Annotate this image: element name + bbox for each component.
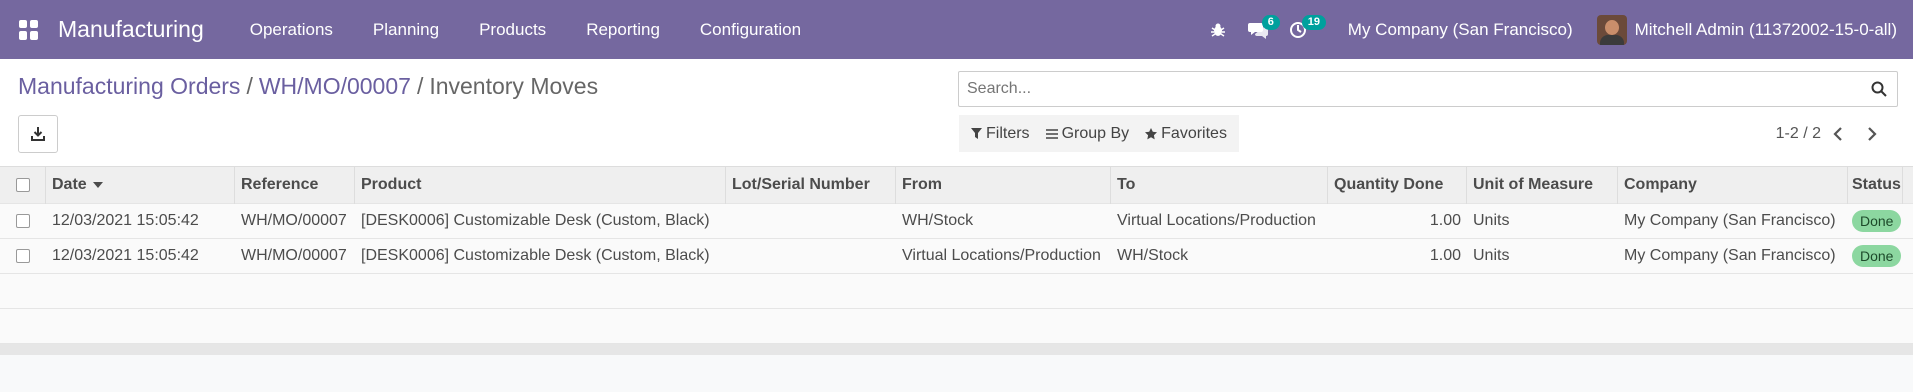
row-checkbox[interactable] [16, 249, 30, 263]
header-company[interactable]: Company [1618, 166, 1848, 204]
header-lot[interactable]: Lot/Serial Number [726, 166, 896, 204]
moves-table: Date Reference Product Lot/Serial Number… [0, 166, 1913, 344]
header-date-label: Date [52, 176, 87, 193]
chevron-left-icon [1833, 127, 1842, 141]
breadcrumb-current: Inventory Moves [429, 73, 599, 99]
table-row[interactable]: 12/03/2021 15:05:42 WH/MO/00007 [DESK000… [0, 239, 1913, 274]
breadcrumb-manufacturing-orders[interactable]: Manufacturing Orders [18, 73, 240, 100]
cell-status: Done [1848, 239, 1903, 274]
breadcrumb: Manufacturing Orders / WH/MO/00007 / Inv… [18, 73, 598, 100]
group-by-button[interactable]: Group By [1038, 125, 1138, 143]
table-header: Date Reference Product Lot/Serial Number… [0, 166, 1913, 204]
search-button[interactable] [1861, 71, 1897, 107]
menu-planning[interactable]: Planning [353, 0, 459, 59]
cell-lot [726, 239, 896, 274]
filter-icon [971, 128, 982, 139]
grid-icon [19, 19, 39, 40]
empty-row [0, 274, 1913, 309]
pager-next[interactable] [1855, 127, 1889, 141]
header-date[interactable]: Date [46, 166, 235, 204]
user-name: Mitchell Admin (11372002-15-0-all) [1634, 19, 1897, 39]
filters-button[interactable]: Filters [963, 125, 1038, 143]
chevron-right-icon [1868, 127, 1877, 141]
cell-lot [726, 204, 896, 239]
header-from[interactable]: From [896, 166, 1111, 204]
header-to[interactable]: To [1111, 166, 1328, 204]
select-all-cell [0, 166, 46, 204]
search-input[interactable] [959, 80, 1861, 98]
debug-button[interactable] [1198, 0, 1238, 59]
cell-product: [DESK0006] Customizable Desk (Custom, Bl… [361, 212, 710, 229]
menu-reporting[interactable]: Reporting [566, 0, 680, 59]
bars-icon [1045, 128, 1058, 139]
menu-configuration[interactable]: Configuration [680, 0, 821, 59]
messages-button[interactable]: 6 [1238, 0, 1280, 59]
activities-badge: 19 [1301, 15, 1327, 30]
cell-status: Done [1848, 204, 1903, 239]
cell-quantity: 1.00 [1429, 247, 1461, 264]
cell-quantity: 1.00 [1429, 212, 1461, 229]
apps-menu-button[interactable] [0, 0, 58, 59]
bug-icon [1210, 23, 1225, 37]
search-options: Filters Group By Favorites [959, 115, 1239, 152]
cell-date: 12/03/2021 15:05:42 [52, 212, 199, 229]
cell-reference: WH/MO/00007 [241, 247, 347, 264]
pager: 1-2 / 2 [1776, 125, 1889, 143]
breadcrumb-mo[interactable]: WH/MO/00007 [259, 73, 411, 100]
cell-date: 12/03/2021 15:05:42 [52, 247, 199, 264]
filters-label: Filters [986, 124, 1030, 142]
table-row[interactable]: 12/03/2021 15:05:42 WH/MO/00007 [DESK000… [0, 204, 1913, 239]
table-footer-bar [0, 344, 1913, 355]
sort-down-icon [92, 182, 103, 188]
select-all-checkbox[interactable] [15, 178, 30, 192]
app-brand[interactable]: Manufacturing [58, 16, 204, 43]
favorites-button[interactable]: Favorites [1137, 125, 1235, 143]
empty-row [0, 309, 1913, 344]
download-icon [31, 127, 45, 141]
company-switcher[interactable]: My Company (San Francisco) [1318, 20, 1597, 40]
header-status[interactable]: Status [1848, 166, 1903, 204]
cell-from: WH/Stock [902, 212, 974, 229]
pager-value[interactable]: 1-2 / 2 [1776, 125, 1821, 143]
top-navbar: Manufacturing Operations Planning Produc… [0, 0, 1913, 59]
row-select-cell [0, 204, 46, 239]
favorites-label: Favorites [1161, 124, 1227, 142]
header-product[interactable]: Product [355, 166, 726, 204]
search-bar [958, 71, 1898, 107]
cell-to: WH/Stock [1117, 247, 1189, 264]
status-badge: Done [1852, 245, 1902, 267]
cell-reference: WH/MO/00007 [241, 212, 347, 229]
star-icon [1145, 127, 1158, 139]
cell-uom: Units [1473, 247, 1510, 264]
cell-product: [DESK0006] Customizable Desk (Custom, Bl… [361, 247, 710, 264]
breadcrumb-separator: / [246, 73, 253, 99]
cell-company: My Company (San Francisco) [1624, 212, 1836, 229]
row-select-cell [0, 239, 46, 274]
user-menu[interactable]: Mitchell Admin (11372002-15-0-all) [1596, 14, 1913, 45]
header-quantity[interactable]: Quantity Done [1328, 166, 1467, 204]
header-reference[interactable]: Reference [235, 166, 355, 204]
header-uom[interactable]: Unit of Measure [1467, 166, 1618, 204]
activities-button[interactable]: 19 [1278, 0, 1327, 59]
avatar [1596, 14, 1627, 45]
search-icon [1871, 81, 1887, 97]
cell-uom: Units [1473, 212, 1510, 229]
cell-company: My Company (San Francisco) [1624, 247, 1836, 264]
group-by-label: Group By [1061, 124, 1130, 142]
cell-from: Virtual Locations/Production [902, 247, 1101, 264]
export-button[interactable] [18, 115, 58, 153]
menu-products[interactable]: Products [459, 0, 566, 59]
menu-operations[interactable]: Operations [230, 0, 353, 59]
pager-previous[interactable] [1821, 127, 1855, 141]
breadcrumb-separator: / [416, 73, 424, 99]
control-panel: Manufacturing Orders / WH/MO/00007 / Inv… [0, 59, 1913, 166]
status-badge: Done [1852, 210, 1902, 232]
row-checkbox[interactable] [16, 214, 30, 228]
cell-to: Virtual Locations/Production [1117, 212, 1316, 229]
